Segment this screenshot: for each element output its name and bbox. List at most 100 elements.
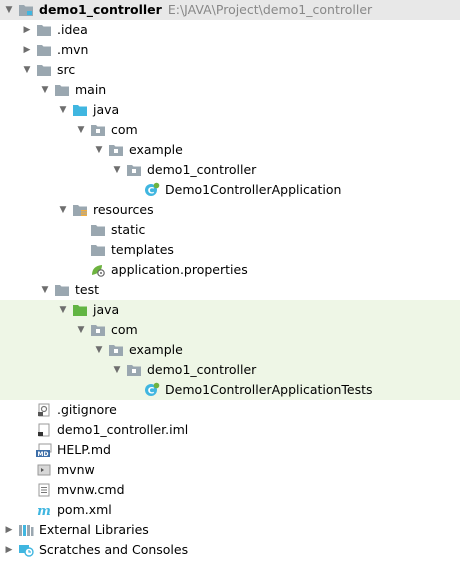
svg-text:m: m: [37, 504, 51, 517]
folder-icon: [90, 243, 106, 257]
chevron-down-icon[interactable]: ▼: [57, 300, 69, 320]
test-java-folder[interactable]: ▼ java: [0, 300, 460, 320]
tree-item-label: pom.xml: [57, 502, 112, 517]
resources-folder[interactable]: ▼ resources: [0, 200, 460, 220]
tree-item-label: test: [75, 282, 100, 297]
application-properties-file[interactable]: application.properties: [0, 260, 460, 280]
resources-folder-icon: [72, 203, 88, 217]
mvnw-file[interactable]: mvnw: [0, 460, 460, 480]
help-md-file[interactable]: MD HELP.md: [0, 440, 460, 460]
templates-folder[interactable]: templates: [0, 240, 460, 260]
tree-item-label: Demo1ControllerApplicationTests: [165, 382, 373, 397]
tree-item-label: Scratches and Consoles: [39, 542, 189, 557]
libraries-icon: [18, 523, 34, 537]
demo1-controller-application-file[interactable]: C Demo1ControllerApplication: [0, 180, 460, 200]
tree-item-label: .mvn: [57, 42, 89, 57]
chevron-down-icon[interactable]: ▼: [57, 200, 69, 220]
folder-icon: [54, 283, 70, 297]
scratches-and-consoles[interactable]: ▶ Scratches and Consoles: [0, 540, 460, 560]
tree-item-label: src: [57, 62, 76, 77]
package-icon: [126, 163, 142, 177]
main-folder[interactable]: ▼ main: [0, 80, 460, 100]
test-com-package[interactable]: ▼ com: [0, 320, 460, 340]
tree-item-label: example: [129, 142, 183, 157]
chevron-right-icon[interactable]: ▶: [3, 520, 15, 540]
folder-icon: [36, 63, 52, 77]
chevron-right-icon[interactable]: ▶: [3, 540, 15, 560]
folder-icon: [54, 83, 70, 97]
package-icon: [108, 343, 124, 357]
project-tree: ▼ demo1_controller E:\JAVA\Project\demo1_…: [0, 0, 460, 560]
text-file-icon: [36, 483, 52, 497]
tree-item-label: demo1_controller: [147, 162, 257, 177]
project-folder-icon: [18, 3, 34, 17]
tree-item-label: .idea: [57, 22, 88, 37]
test-folder-icon: [72, 303, 88, 317]
chevron-down-icon[interactable]: ▼: [57, 100, 69, 120]
package-icon: [90, 323, 106, 337]
chevron-right-icon[interactable]: ▶: [21, 40, 33, 60]
main-com-package[interactable]: ▼ com: [0, 120, 460, 140]
package-icon: [108, 143, 124, 157]
scratches-icon: [18, 543, 34, 557]
tree-item-label: Demo1ControllerApplication: [165, 182, 342, 197]
tree-item-label: java: [93, 302, 120, 317]
tree-item-label: main: [75, 82, 107, 97]
mvnw-cmd-file[interactable]: mvnw.cmd: [0, 480, 460, 500]
main-java-folder[interactable]: ▼ java: [0, 100, 460, 120]
tree-item-label: com: [111, 122, 138, 137]
chevron-down-icon[interactable]: ▼: [93, 140, 105, 160]
tree-item-label: demo1_controller.iml: [57, 422, 189, 437]
tree-item-label: resources: [93, 202, 154, 217]
chevron-right-icon[interactable]: ▶: [21, 20, 33, 40]
svg-text:C: C: [148, 387, 155, 397]
src-folder[interactable]: ▼ src: [0, 60, 460, 80]
tree-item-label: java: [93, 102, 120, 117]
chevron-down-icon[interactable]: ▼: [111, 160, 123, 180]
properties-file-icon: [90, 263, 106, 277]
chevron-down-icon[interactable]: ▼: [75, 320, 87, 340]
tree-item-label: External Libraries: [39, 522, 149, 537]
spring-class-icon: C: [144, 182, 160, 197]
pom-xml-file[interactable]: m pom.xml: [0, 500, 460, 520]
test-example-package[interactable]: ▼ example: [0, 340, 460, 360]
chevron-down-icon[interactable]: ▼: [39, 280, 51, 300]
static-folder[interactable]: static: [0, 220, 460, 240]
gitignore-file-icon: [36, 403, 52, 417]
project-name: demo1_controller: [39, 2, 162, 17]
chevron-down-icon[interactable]: ▼: [21, 60, 33, 80]
chevron-down-icon[interactable]: ▼: [75, 120, 87, 140]
tree-item-label: .gitignore: [57, 402, 117, 417]
external-libraries[interactable]: ▶ External Libraries: [0, 520, 460, 540]
tree-item-label: mvnw: [57, 462, 95, 477]
main-demo1-controller-package[interactable]: ▼ demo1_controller: [0, 160, 460, 180]
test-folder[interactable]: ▼ test: [0, 280, 460, 300]
tree-item-label: HELP.md: [57, 442, 111, 457]
folder-icon: [90, 223, 106, 237]
gitignore-file[interactable]: .gitignore: [0, 400, 460, 420]
project-root-row[interactable]: ▼ demo1_controller E:\JAVA\Project\demo1_…: [0, 0, 460, 20]
iml-file[interactable]: demo1_controller.iml: [0, 420, 460, 440]
tree-item-label: static: [111, 222, 146, 237]
chevron-down-icon[interactable]: ▼: [3, 0, 15, 20]
package-icon: [126, 363, 142, 377]
project-path: E:\JAVA\Project\demo1_controller: [167, 2, 373, 17]
spring-class-icon: C: [144, 382, 160, 397]
mvn-folder[interactable]: ▶ .mvn: [0, 40, 460, 60]
tree-item-label: demo1_controller: [147, 362, 257, 377]
test-demo1-controller-package[interactable]: ▼ demo1_controller: [0, 360, 460, 380]
svg-text:C: C: [148, 187, 155, 197]
chevron-down-icon[interactable]: ▼: [111, 360, 123, 380]
idea-folder[interactable]: ▶ .idea: [0, 20, 460, 40]
main-example-package[interactable]: ▼ example: [0, 140, 460, 160]
package-icon: [90, 123, 106, 137]
markdown-file-icon: MD: [36, 443, 52, 457]
tree-item-label: example: [129, 342, 183, 357]
demo1-controller-application-tests-file[interactable]: C Demo1ControllerApplicationTests: [0, 380, 460, 400]
chevron-down-icon[interactable]: ▼: [93, 340, 105, 360]
source-folder-icon: [72, 103, 88, 117]
chevron-down-icon[interactable]: ▼: [39, 80, 51, 100]
folder-icon: [36, 43, 52, 57]
folder-icon: [36, 23, 52, 37]
script-file-icon: [36, 463, 52, 477]
